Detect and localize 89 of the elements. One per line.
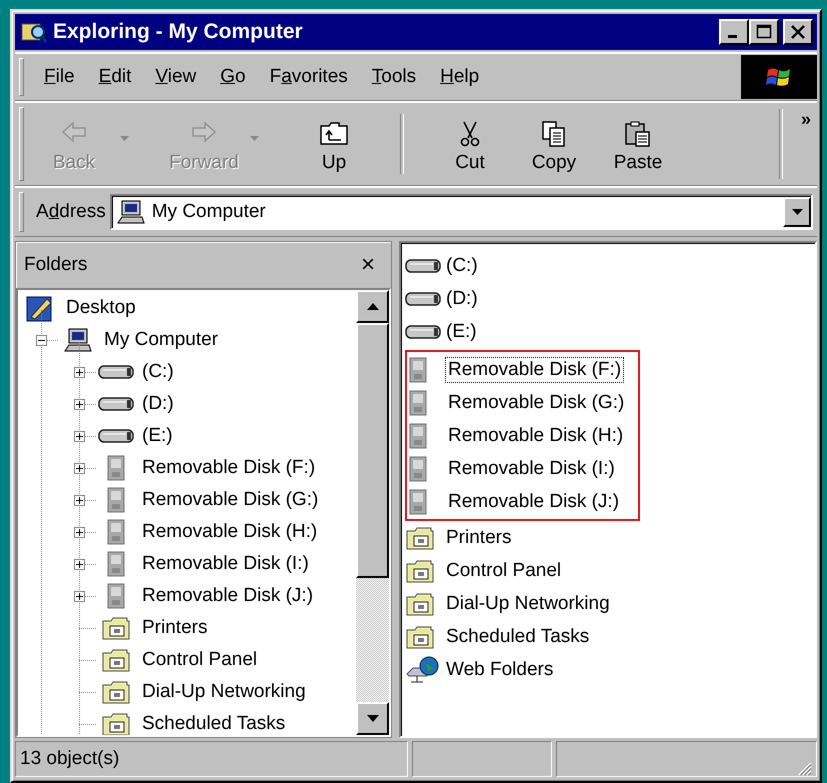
drive-icon [405,256,441,274]
collapse-icon[interactable] [36,334,47,346]
folder-icon [405,590,435,616]
dropdown-button[interactable] [783,197,811,227]
expand-icon[interactable] [74,558,85,570]
windows-logo-icon [741,55,817,99]
menu-item[interactable]: Tools [360,62,428,92]
scroll-up-button[interactable] [356,290,389,323]
list-item[interactable]: Dial-Up Networking [443,590,613,616]
expand-icon[interactable] [74,366,85,378]
tree-item[interactable]: Dial-Up Networking [142,681,306,703]
list-item[interactable]: (E:) [443,318,480,344]
list-item[interactable]: Removable Disk (F:) [445,356,624,382]
menu-item[interactable]: Go [208,62,258,92]
globe-computer-icon [405,656,441,684]
menu-item[interactable]: View [143,62,208,92]
folder-icon [405,624,435,650]
caret-icon [792,208,802,216]
expand-icon[interactable] [74,526,85,538]
list-item[interactable]: Removable Disk (J:) [445,488,622,514]
minimize-icon [728,35,736,38]
list-item[interactable]: Web Folders [443,656,556,682]
computer-icon [63,327,93,353]
menu-item[interactable]: Edit [86,62,144,92]
maximize-button[interactable] [749,19,779,45]
folder-icon [101,647,131,673]
tree-item[interactable]: (C:) [142,361,174,383]
window-title: Exploring - My Computer [53,20,303,44]
list-item[interactable]: Scheduled Tasks [443,624,592,650]
drive-icon [405,290,441,308]
folder-icon [405,524,435,550]
list-item[interactable]: (D:) [443,286,481,312]
folder-icon [101,679,131,705]
close-icon [790,24,806,40]
close-button[interactable] [783,19,813,45]
toolbar-button[interactable]: Paste [596,108,680,180]
toolbar-button[interactable]: Up [292,108,376,180]
toolbar-button[interactable]: Copy [512,108,596,180]
list-item[interactable]: Removable Disk (I:) [445,456,618,482]
expand-icon[interactable] [74,494,85,506]
status-text: 13 object(s) [15,741,408,777]
toolbar-button[interactable]: Cut [428,108,512,180]
caret-icon [250,136,258,142]
list-item[interactable]: (C:) [443,252,481,278]
menu-item[interactable]: File [32,62,87,92]
more-button[interactable]: » [794,109,817,130]
drive-icon [98,427,134,445]
pane-title: Folders [24,254,88,276]
expand-icon[interactable] [74,462,85,474]
scroll-thumb[interactable] [356,323,389,578]
tree-item[interactable]: Scheduled Tasks [142,713,286,735]
list-item[interactable]: Removable Disk (G:) [445,390,628,416]
tree-item[interactable]: Control Panel [142,649,258,671]
clipboard-icon [623,120,653,148]
minimize-button[interactable] [719,19,749,45]
menu-item[interactable]: Favorites [258,62,360,92]
tree-item[interactable]: Removable Disk (G:) [142,489,318,511]
folder-up-icon [319,120,349,148]
up-arrow-icon [366,303,378,310]
folder-icon [405,558,435,584]
close-button[interactable]: × [356,251,379,279]
drive-icon [405,322,441,340]
expand-icon[interactable] [74,590,85,602]
tree-item[interactable]: Removable Disk (F:) [142,457,316,479]
tree-item[interactable]: Removable Disk (J:) [142,585,314,607]
address-label: Address [36,201,106,223]
tree-item[interactable]: (D:) [142,393,174,415]
drive-icon [98,395,134,413]
computer-icon [116,199,146,225]
folder-icon [101,615,131,641]
tree-item[interactable]: (E:) [142,425,173,447]
drive-icon [98,363,134,381]
tree-item[interactable]: My Computer [104,329,218,351]
list-item[interactable]: Removable Disk (H:) [445,422,626,448]
menu-item[interactable]: Help [428,62,492,92]
scrollbar[interactable] [356,290,389,735]
tree-item[interactable]: Desktop [66,297,136,319]
caret-icon [120,136,128,142]
list-item[interactable]: Control Panel [443,558,564,584]
address-field[interactable]: My Computer [110,194,813,230]
tree-item[interactable]: Printers [142,617,208,639]
expand-icon[interactable] [74,430,85,442]
list-item[interactable]: Printers [443,524,514,550]
expand-icon[interactable] [74,398,85,410]
tree-item[interactable]: Removable Disk (H:) [142,521,318,543]
scroll-down-button[interactable] [356,702,389,735]
tree-item[interactable]: Removable Disk (I:) [142,553,309,575]
down-arrow-icon [366,715,378,722]
maximize-icon [756,24,772,40]
